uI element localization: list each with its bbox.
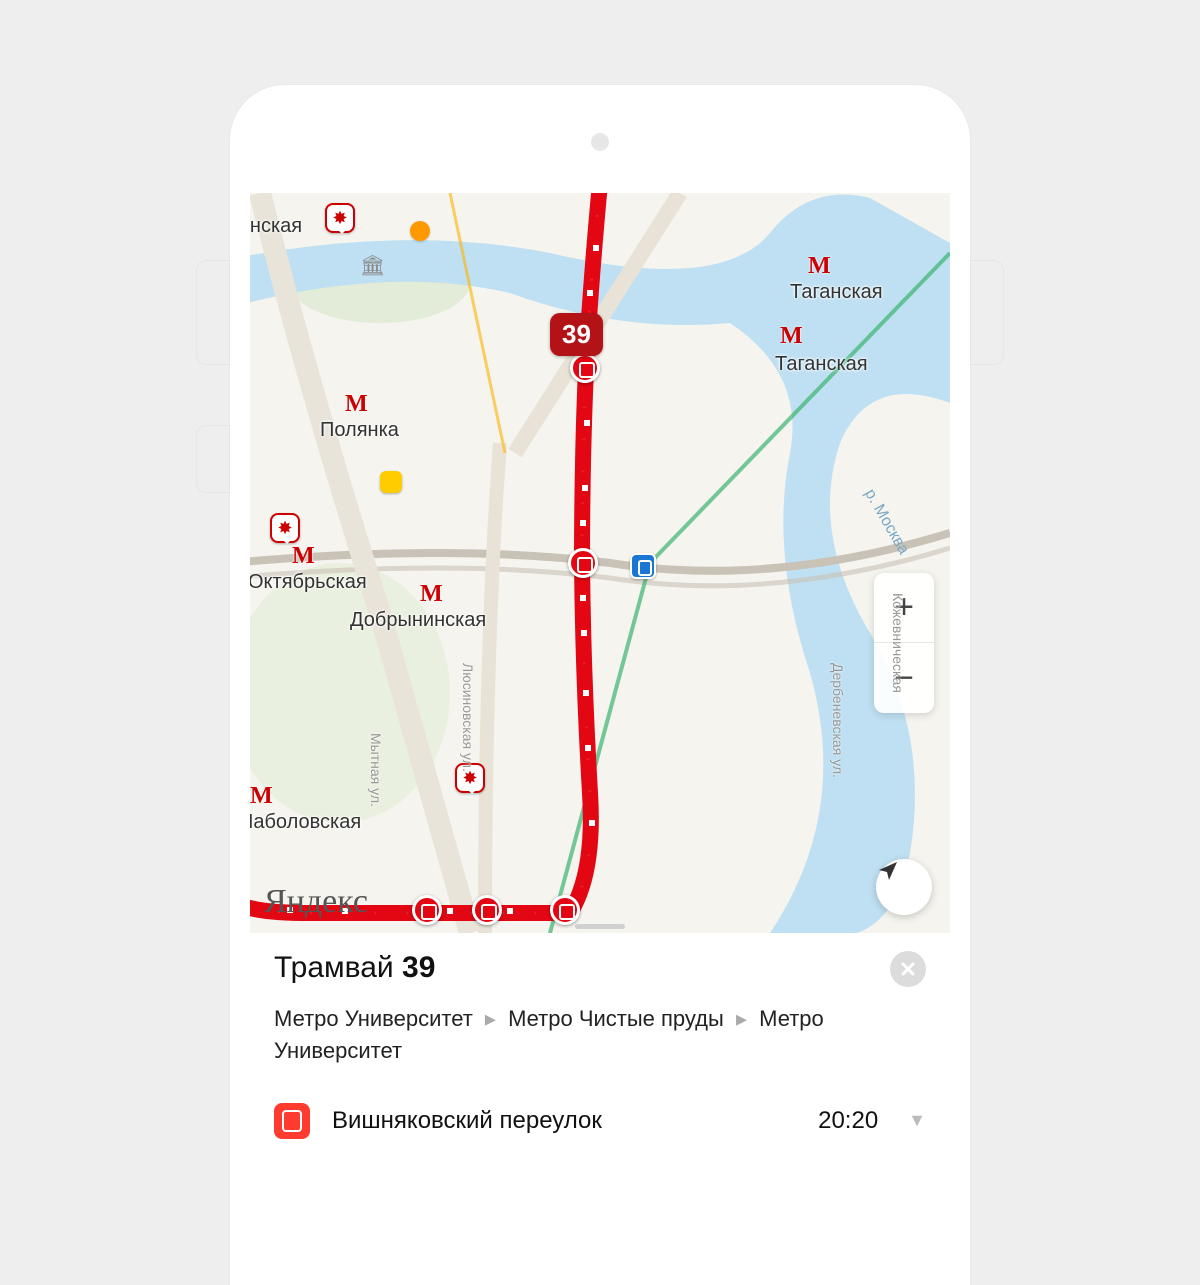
route-stop[interactable] xyxy=(591,243,601,253)
route-type-label: Трамвай xyxy=(274,951,394,984)
locate-me-button[interactable] xyxy=(876,859,932,915)
route-stop[interactable] xyxy=(587,818,597,828)
route-direction: Метро Университет ▸ Метро Чистые пруды ▸… xyxy=(274,1003,926,1067)
metro-icon[interactable]: М xyxy=(780,323,803,350)
street-label: Дербеневская ул. xyxy=(830,663,846,778)
location-arrow-icon xyxy=(876,859,900,883)
route-stop[interactable] xyxy=(445,906,455,916)
route-number-badge[interactable]: 39 xyxy=(550,313,603,356)
side-button xyxy=(196,425,230,493)
sheet-drag-handle[interactable] xyxy=(575,924,625,929)
tram-vehicle-icon[interactable] xyxy=(568,548,598,578)
chevron-right-icon: ▸ xyxy=(485,1006,496,1031)
route-stop[interactable] xyxy=(578,518,588,528)
route-stop[interactable] xyxy=(583,743,593,753)
route-stop[interactable] xyxy=(580,483,590,493)
metro-label: Октябрьская xyxy=(250,571,367,594)
metro-icon[interactable]: М xyxy=(250,783,273,810)
route-point: Метро Чистые пруды xyxy=(508,1006,724,1031)
route-stop[interactable] xyxy=(578,593,588,603)
metro-icon[interactable]: М xyxy=(292,543,315,570)
transit-stop-icon[interactable] xyxy=(630,553,656,579)
map-canvas[interactable]: 39 🏛 р. Москва Яндекс + − МкинскаяМТаган… xyxy=(250,193,950,933)
chevron-down-icon: ▼ xyxy=(908,1110,926,1131)
route-bottom-sheet: Трамвай 39 Метро Университет ▸ Метро Чис… xyxy=(250,933,950,1149)
route-stop[interactable] xyxy=(579,628,589,638)
stop-arrival-time: 20:20 xyxy=(818,1107,878,1135)
metro-icon[interactable]: М xyxy=(808,253,831,280)
nearest-stop-row[interactable]: Вишняковский переулок 20:20 ▼ xyxy=(274,1103,926,1139)
map-brand-label: Яндекс xyxy=(264,883,368,921)
stop-name: Вишняковский переулок xyxy=(332,1107,796,1135)
route-point: Метро Университет xyxy=(274,1006,473,1031)
traffic-incident-icon[interactable] xyxy=(325,203,355,233)
route-stop[interactable] xyxy=(585,288,595,298)
route-title: Трамвай 39 xyxy=(274,951,435,985)
street-label: Мытная ул. xyxy=(368,733,384,807)
metro-label: кинская xyxy=(250,215,302,238)
metro-label: Таганская xyxy=(790,281,883,304)
route-number: 39 xyxy=(402,951,435,984)
tram-vehicle-icon[interactable] xyxy=(550,895,580,925)
tram-vehicle-icon[interactable] xyxy=(472,895,502,925)
metro-label: Полянка xyxy=(320,419,399,442)
metro-label: Добрынинская xyxy=(350,609,486,632)
poi-icon[interactable] xyxy=(410,221,430,241)
tablet-frame: 39 🏛 р. Москва Яндекс + − МкинскаяМТаган… xyxy=(230,85,970,1285)
gov-building-icon: 🏛 xyxy=(360,253,385,278)
tram-vehicle-icon[interactable] xyxy=(570,353,600,383)
app-screen: 39 🏛 р. Москва Яндекс + − МкинскаяМТаган… xyxy=(250,193,950,1193)
side-button xyxy=(970,260,1004,365)
metro-icon[interactable]: М xyxy=(345,391,368,418)
route-stop[interactable] xyxy=(582,418,592,428)
tram-stop-icon xyxy=(274,1103,310,1139)
traffic-incident-icon[interactable] xyxy=(270,513,300,543)
metro-icon[interactable]: М xyxy=(420,581,443,608)
camera-dot xyxy=(591,133,609,151)
metro-label: Шаболовская xyxy=(250,811,361,834)
poi-icon[interactable] xyxy=(380,471,402,493)
tram-vehicle-icon[interactable] xyxy=(412,895,442,925)
street-label: Люсиновская ул. xyxy=(460,663,476,772)
metro-label: Таганская xyxy=(775,353,868,376)
side-button xyxy=(196,260,230,365)
chevron-right-icon: ▸ xyxy=(736,1006,747,1031)
route-stop[interactable] xyxy=(505,906,515,916)
route-stop[interactable] xyxy=(581,688,591,698)
close-button[interactable] xyxy=(890,951,926,987)
street-label: Кожевническая xyxy=(890,593,906,693)
close-icon xyxy=(900,961,916,977)
